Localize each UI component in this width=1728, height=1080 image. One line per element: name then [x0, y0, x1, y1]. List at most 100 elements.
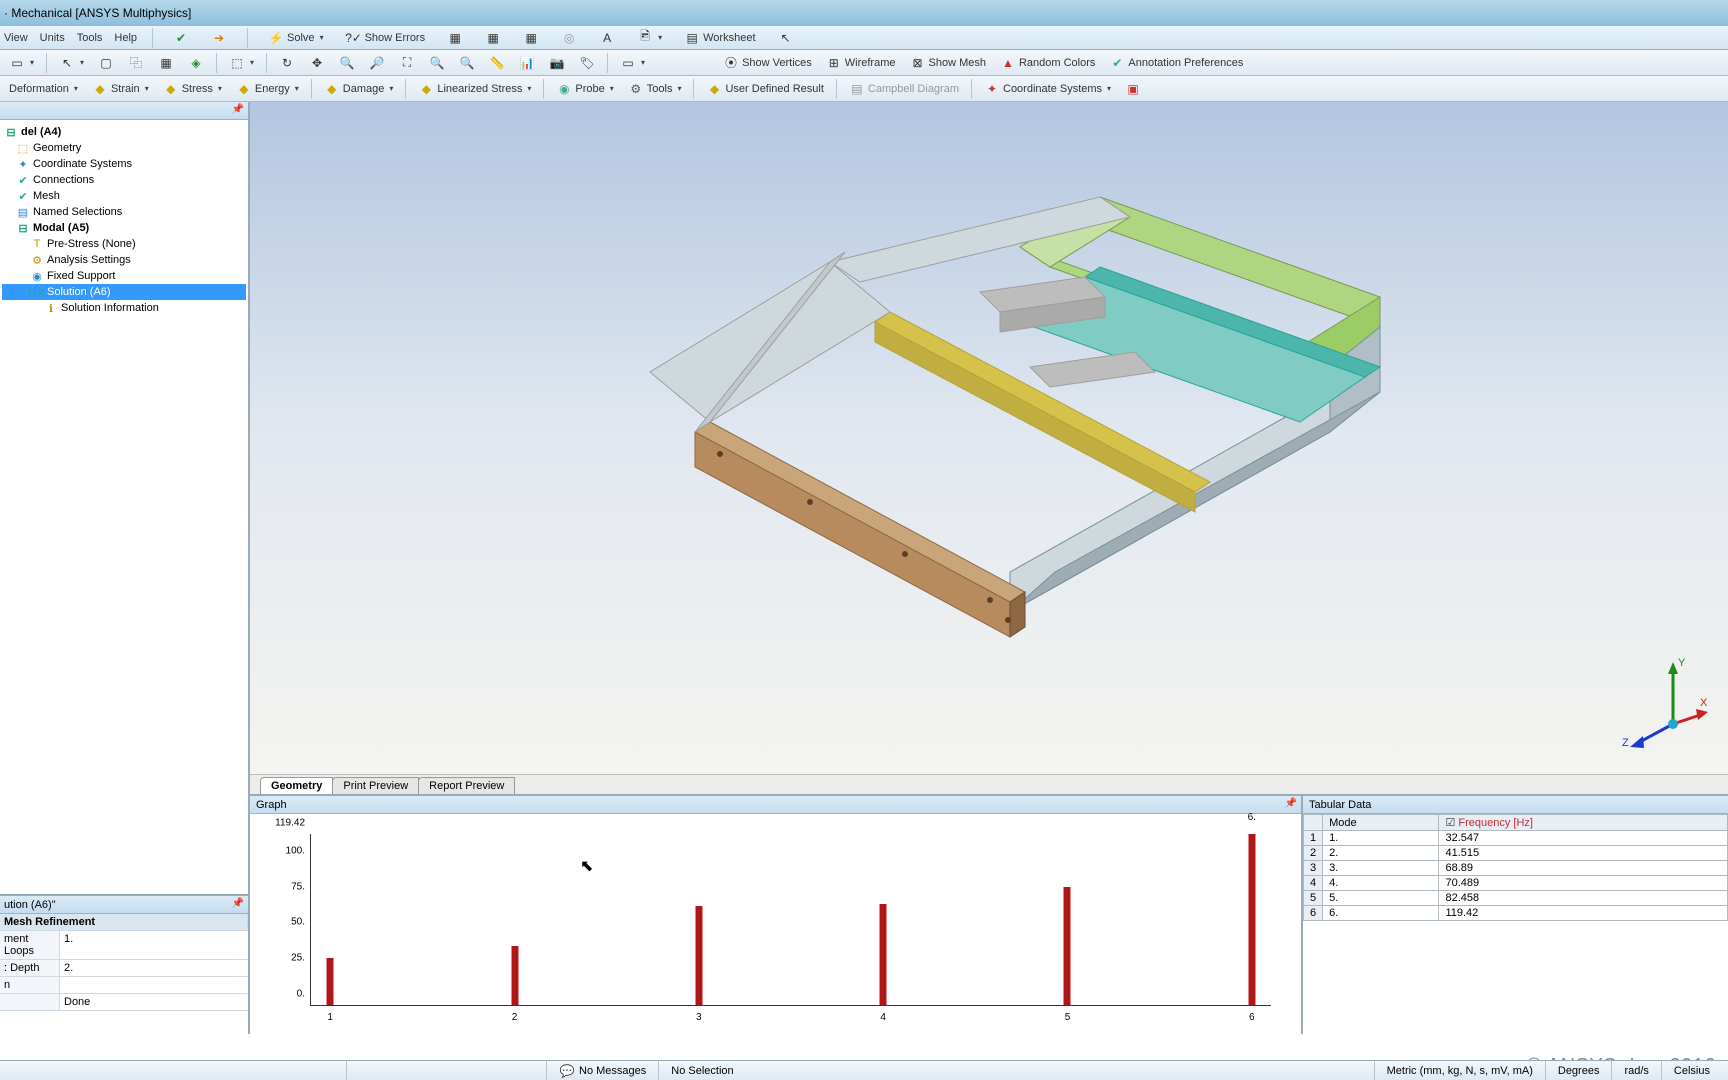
tree-analysis-settings[interactable]: ⚙ Analysis Settings: [2, 252, 246, 268]
menu-tools[interactable]: Tools: [77, 32, 103, 44]
worksheet-label: Worksheet: [703, 32, 755, 44]
details-value[interactable]: [60, 977, 248, 993]
graph-body[interactable]: 0.25.50.75.100.119.421234566. ⬉: [250, 814, 1301, 1034]
chart-bar[interactable]: [511, 946, 518, 1005]
annotation-prefs-button[interactable]: ✔ Annotation Preferences: [1104, 52, 1248, 74]
solve-button[interactable]: ⚡ Solve ▾: [263, 27, 329, 49]
menu-view[interactable]: View: [4, 32, 28, 44]
go-icon[interactable]: ➔: [206, 27, 232, 49]
table-row[interactable]: 1 1. 32.547: [1304, 831, 1728, 846]
tree-prestress[interactable]: T Pre-Stress (None): [2, 236, 246, 252]
strain-button[interactable]: ◆ Strain▾: [87, 78, 154, 100]
damage-button[interactable]: ◆ Damage▾: [319, 78, 399, 100]
details-value: Done: [60, 994, 248, 1010]
zoom-out-icon[interactable]: 🔎: [364, 52, 390, 74]
toolbar-icon-4[interactable]: ◎: [556, 27, 582, 49]
table-row[interactable]: 3 3. 68.89: [1304, 861, 1728, 876]
probe-button[interactable]: ◉ Probe▾: [551, 78, 618, 100]
chart-bar[interactable]: [1248, 834, 1255, 1005]
details-row[interactable]: Done: [0, 994, 248, 1011]
tabular-table[interactable]: Mode ☑ Frequency [Hz] 1 1. 32.5472 2. 41…: [1303, 814, 1728, 921]
tree-fixed-support[interactable]: ◉ Fixed Support: [2, 268, 246, 284]
tools-button[interactable]: ⚙ Tools▾: [623, 78, 687, 100]
view-dropdown[interactable]: ▭▾: [615, 52, 650, 74]
pin-icon[interactable]: 📌: [232, 898, 244, 909]
zoom-fit-icon[interactable]: ⛶: [394, 52, 420, 74]
tree-geometry[interactable]: ⬚ Geometry: [2, 140, 246, 156]
chart-icon[interactable]: 📊: [514, 52, 540, 74]
paste-icon[interactable]: ▦: [153, 52, 179, 74]
tree-modal[interactable]: ⊟ Modal (A5): [2, 220, 246, 236]
table-row[interactable]: 6 6. 119.42: [1304, 906, 1728, 921]
details-value[interactable]: 2.: [60, 960, 248, 976]
toolbar-icon-3[interactable]: ▦: [518, 27, 544, 49]
iso-view-icon[interactable]: ⬚▾: [224, 52, 259, 74]
details-row[interactable]: n: [0, 977, 248, 994]
pin-icon[interactable]: 📌: [232, 104, 244, 115]
show-errors-button[interactable]: ?✓ Show Errors: [341, 27, 431, 49]
user-defined-result-button[interactable]: ◆ User Defined Result: [701, 78, 828, 100]
tree-named-sel[interactable]: ▤ Named Selections: [2, 204, 246, 220]
cursor-select-icon[interactable]: ↖▾: [54, 52, 89, 74]
menu-units[interactable]: Units: [40, 32, 65, 44]
col-frequency[interactable]: ☑ Frequency [Hz]: [1439, 815, 1728, 831]
tab-report-preview[interactable]: Report Preview: [418, 777, 515, 794]
wireframe-button[interactable]: ⊞ Wireframe: [821, 52, 901, 74]
show-vertices-button[interactable]: ⦿ Show Vertices: [718, 52, 817, 74]
tree-solution-info[interactable]: ℹ Solution Information: [2, 300, 246, 316]
energy-button[interactable]: ◆ Energy▾: [231, 78, 304, 100]
rotate-icon[interactable]: ↻: [274, 52, 300, 74]
worksheet-button[interactable]: ▤ Worksheet: [679, 27, 760, 49]
chart-bar[interactable]: [1064, 887, 1071, 1005]
camera-icon[interactable]: 📷: [544, 52, 570, 74]
table-row[interactable]: 5 5. 82.458: [1304, 891, 1728, 906]
refresh-icon[interactable]: ✔: [168, 27, 194, 49]
tree-model[interactable]: ⊟ del (A4): [2, 124, 246, 140]
coord-sys-button[interactable]: ✦ Coordinate Systems▾: [979, 78, 1116, 100]
separator: [693, 79, 694, 99]
image-icon[interactable]: 🖻▾: [632, 27, 667, 49]
chart-bar[interactable]: [695, 906, 702, 1005]
box-select-icon[interactable]: ▢: [93, 52, 119, 74]
table-row[interactable]: 4 4. 70.489: [1304, 876, 1728, 891]
viewport-3d[interactable]: Y X Z: [250, 102, 1728, 774]
magnify-icon[interactable]: 🔍: [454, 52, 480, 74]
copy-icon[interactable]: ⿻: [123, 52, 149, 74]
tree-solution[interactable]: ⊟✔ Solution (A6): [2, 284, 246, 300]
tree-connections[interactable]: ✔ Connections: [2, 172, 246, 188]
cursor-icon[interactable]: ↖: [773, 27, 799, 49]
extra-icon[interactable]: ▣: [1120, 78, 1146, 100]
toolbar-icon-1[interactable]: ▦: [442, 27, 468, 49]
tree-mesh[interactable]: ✔ Mesh: [2, 188, 246, 204]
pin-icon[interactable]: 📌: [1285, 798, 1297, 809]
details-row[interactable]: : Depth 2.: [0, 960, 248, 977]
font-icon[interactable]: A: [594, 27, 620, 49]
random-colors-button[interactable]: ▲ Random Colors: [995, 52, 1100, 74]
deformation-button[interactable]: Deformation▾: [4, 80, 83, 98]
menu-help[interactable]: Help: [114, 32, 137, 44]
chart-bar[interactable]: [880, 904, 887, 1005]
tab-print-preview[interactable]: Print Preview: [332, 777, 419, 794]
zoom-in-icon[interactable]: 🔍: [334, 52, 360, 74]
linearized-stress-button[interactable]: ◆ Linearized Stress▾: [413, 78, 536, 100]
tree-coord-sys[interactable]: ✦ Coordinate Systems: [2, 156, 246, 172]
tab-geometry[interactable]: Geometry: [260, 777, 333, 794]
col-mode[interactable]: Mode: [1323, 815, 1439, 831]
ruler-icon[interactable]: 📏: [484, 52, 510, 74]
cell-mode: 1.: [1323, 831, 1439, 846]
status-messages[interactable]: 💬 No Messages: [546, 1061, 658, 1080]
show-mesh-button[interactable]: ⊠ Show Mesh: [905, 52, 991, 74]
outline-tree[interactable]: ⊟ del (A4) ⬚ Geometry ✦ Coordinate Syste…: [0, 120, 248, 320]
select-icon[interactable]: ▭▾: [4, 52, 39, 74]
stress-button[interactable]: ◆ Stress▾: [158, 78, 227, 100]
toolbar-icon-2[interactable]: ▦: [480, 27, 506, 49]
zoom-box-icon[interactable]: 🔍: [424, 52, 450, 74]
details-value[interactable]: 1.: [60, 931, 248, 959]
triad[interactable]: Y X Z: [1618, 654, 1708, 754]
cube-icon[interactable]: ◈: [183, 52, 209, 74]
chart-bar[interactable]: [327, 958, 334, 1005]
pan-icon[interactable]: ✥: [304, 52, 330, 74]
table-row[interactable]: 2 2. 41.515: [1304, 846, 1728, 861]
tag-icon[interactable]: 🏷: [574, 52, 600, 74]
details-row[interactable]: ment Loops 1.: [0, 931, 248, 960]
